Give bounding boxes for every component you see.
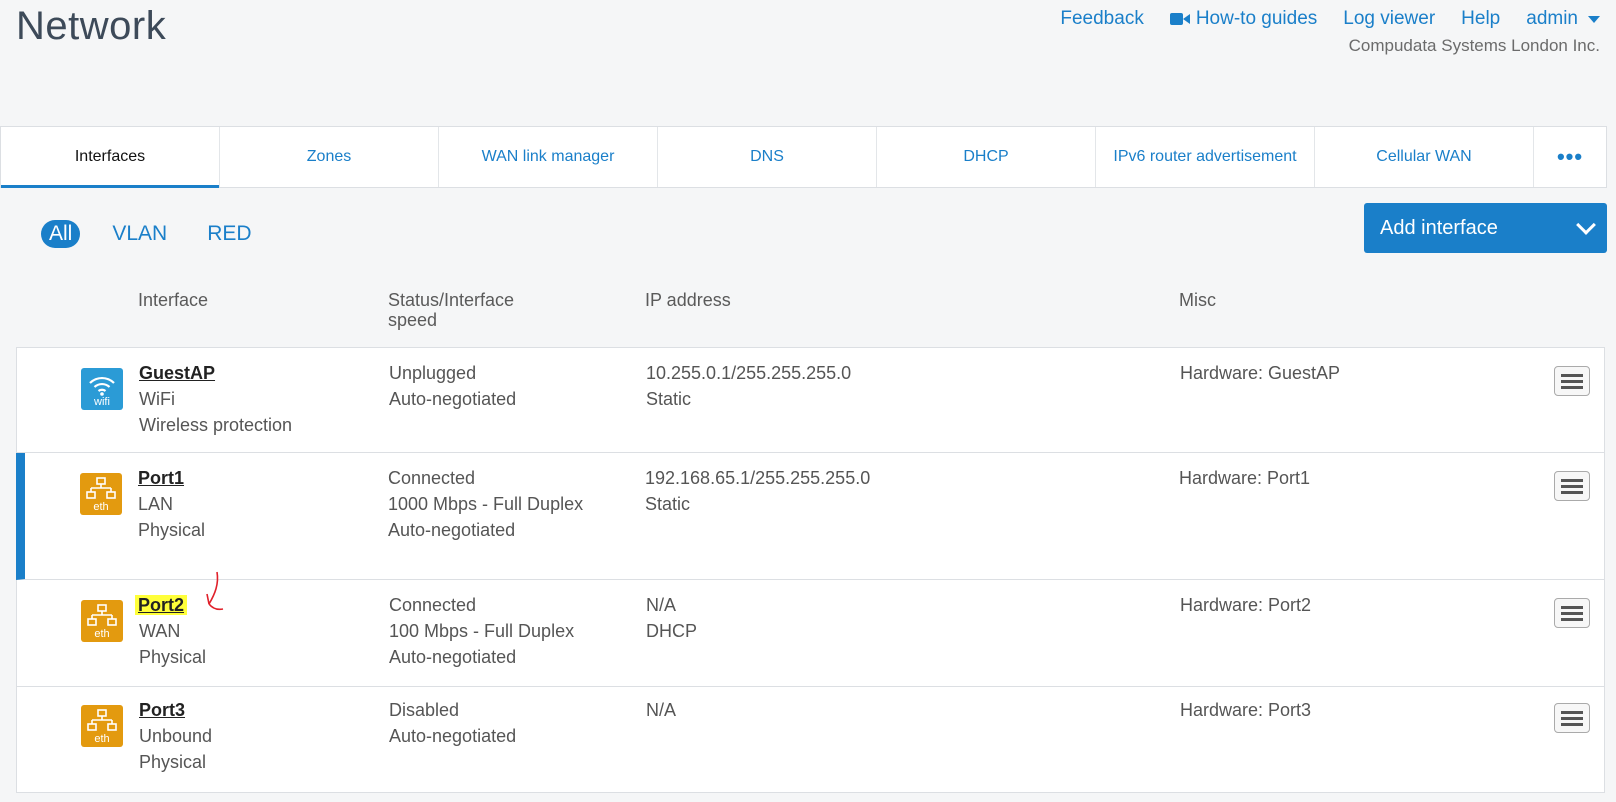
interfaces-table: wifi GuestAP WiFi Wireless protection Un… [16, 347, 1605, 793]
video-camera-icon [1169, 12, 1190, 26]
ethernet-icon: eth [80, 473, 122, 515]
status-line: Disabled [389, 700, 460, 720]
status-line: Auto-negotiated [388, 520, 516, 540]
row-menu-button[interactable] [1554, 703, 1590, 733]
caret-down-icon [1588, 15, 1600, 23]
interface-name-link[interactable]: GuestAP [139, 360, 292, 386]
add-interface-label: Add interface [1380, 216, 1498, 239]
misc-cell: Hardware: Port2 [1180, 595, 1312, 615]
icon-label: eth [94, 628, 110, 640]
column-header-status: Status/Interface speed [388, 290, 515, 330]
tab-ipv6-router-advertisement[interactable]: IPv6 router advertisement [1096, 127, 1315, 187]
interface-zone: Unbound [139, 726, 213, 746]
ip-line: DHCP [646, 621, 698, 641]
admin-menu[interactable]: admin [1526, 8, 1600, 30]
status-line: Connected [388, 468, 476, 488]
tab-dns[interactable]: DNS [658, 127, 877, 187]
table-row[interactable]: wifi GuestAP WiFi Wireless protection Un… [16, 347, 1605, 453]
red-arrow-annotation-icon [206, 571, 224, 611]
ip-line: Static [645, 494, 691, 514]
how-to-guides-link[interactable]: How-to guides [1169, 8, 1318, 30]
help-link[interactable]: Help [1461, 8, 1500, 30]
status-cell: Connected 100 Mbps - Full Duplex Auto-ne… [389, 592, 574, 670]
status-cell: Connected 1000 Mbps - Full Duplex Auto-n… [388, 465, 583, 543]
status-line: Unplugged [389, 363, 477, 383]
feedback-link[interactable]: Feedback [1060, 8, 1143, 30]
ip-cell: 192.168.65.1/255.255.255.0 Static [645, 465, 870, 517]
company-name: Compudata Systems London Inc. [1348, 36, 1600, 55]
interface-cell: GuestAP WiFi Wireless protection [139, 360, 292, 438]
status-line: 100 Mbps - Full Duplex [389, 621, 575, 641]
ip-cell: N/A [646, 697, 676, 723]
column-header-misc: Misc [1179, 290, 1216, 310]
misc-cell: Hardware: Port1 [1179, 468, 1311, 488]
misc-cell: Hardware: GuestAP [1180, 363, 1341, 383]
table-row[interactable]: eth Port2 WAN Physical Connected 100 Mbp… [16, 571, 1605, 687]
ip-cell: N/A DHCP [646, 592, 697, 644]
column-header-interface: Interface [138, 290, 209, 310]
status-line: Connected [389, 595, 477, 615]
interface-name-link[interactable]: Port1 [138, 465, 205, 491]
page-title: Network [16, 4, 167, 48]
tab-zones[interactable]: Zones [220, 127, 439, 187]
ethernet-icon: eth [81, 600, 123, 642]
interface-type: Physical [139, 752, 207, 772]
column-header-ip: IP address [645, 290, 731, 310]
interface-cell: Port2 WAN Physical [135, 592, 206, 670]
status-line: 1000 Mbps - Full Duplex [388, 494, 584, 514]
tab-interfaces[interactable]: Interfaces [1, 127, 220, 188]
tab-cellular-wan[interactable]: Cellular WAN [1315, 127, 1534, 187]
filter-bar: All VLAN RED [41, 220, 260, 248]
interface-zone: LAN [138, 494, 174, 514]
ip-cell: 10.255.0.1/255.255.255.0 Static [646, 360, 851, 412]
how-to-guides-label: How-to guides [1195, 8, 1318, 29]
icon-label: eth [93, 501, 109, 513]
tab-dhcp[interactable]: DHCP [877, 127, 1096, 187]
row-menu-button[interactable] [1554, 471, 1590, 501]
status-cell: Disabled Auto-negotiated [389, 697, 516, 749]
interface-name-link[interactable]: Port3 [139, 697, 212, 723]
interface-zone: WAN [139, 621, 181, 641]
interface-zone: WiFi [139, 389, 175, 409]
interface-type: Physical [139, 647, 207, 667]
filter-red[interactable]: RED [199, 220, 259, 248]
icon-label: wifi [94, 396, 110, 408]
misc-cell: Hardware: Port3 [1180, 700, 1312, 720]
status-line: Auto-negotiated [389, 647, 517, 667]
icon-label: eth [94, 733, 110, 745]
wifi-icon: wifi [81, 368, 123, 410]
interface-cell: Port1 LAN Physical [138, 465, 205, 543]
admin-label: admin [1526, 8, 1578, 29]
chevron-down-icon [1576, 215, 1596, 235]
interface-type: Wireless protection [139, 415, 293, 435]
interface-name-wrap: Port2 [135, 592, 206, 618]
ip-line: 192.168.65.1/255.255.255.0 [645, 468, 871, 488]
ip-line: N/A [646, 595, 677, 615]
ethernet-icon: eth [81, 705, 123, 747]
tab-bar: Interfaces Zones WAN link manager DNS DH… [0, 126, 1607, 188]
ip-line: 10.255.0.1/255.255.255.0 [646, 363, 852, 383]
filter-vlan[interactable]: VLAN [104, 220, 175, 248]
table-row[interactable]: eth Port3 Unbound Physical Disabled Auto… [16, 687, 1605, 793]
status-cell: Unplugged Auto-negotiated [389, 360, 516, 412]
row-menu-button[interactable] [1554, 598, 1590, 628]
interface-name-link[interactable]: Port2 [135, 595, 188, 615]
filter-all[interactable]: All [41, 220, 81, 248]
interface-cell: Port3 Unbound Physical [139, 697, 212, 775]
row-menu-button[interactable] [1554, 366, 1590, 396]
ip-line: Static [646, 389, 692, 409]
ip-line: N/A [646, 700, 677, 720]
top-links: Feedback How-to guides Log viewer Help a… [1060, 8, 1600, 30]
tab-wan-link-manager[interactable]: WAN link manager [439, 127, 658, 187]
status-line: Auto-negotiated [389, 726, 517, 746]
interface-type: Physical [138, 520, 206, 540]
status-line: Auto-negotiated [389, 389, 517, 409]
tab-more-icon[interactable]: ••• [1534, 127, 1606, 187]
add-interface-button[interactable]: Add interface [1364, 203, 1607, 253]
log-viewer-link[interactable]: Log viewer [1343, 8, 1435, 30]
table-row[interactable]: eth Port1 LAN Physical Connected 1000 Mb… [16, 453, 1605, 580]
